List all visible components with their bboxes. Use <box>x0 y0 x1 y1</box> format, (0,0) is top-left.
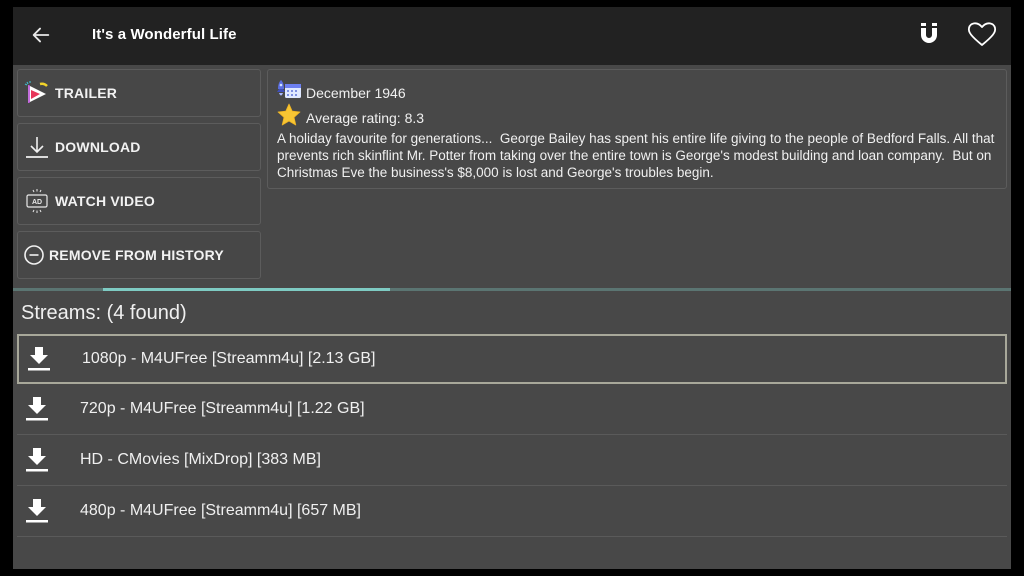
release-date: December 1946 <box>306 84 406 101</box>
stream-label: 1080p - M4UFree [Streamm4u] [2.13 GB] <box>82 350 376 367</box>
loading-progress-bar <box>13 288 1011 291</box>
stream-row[interactable]: 720p - M4UFree [Streamm4u] [1.22 GB] <box>17 384 1007 435</box>
star-icon <box>276 103 302 132</box>
movie-info-panel: December 1946 Average rating: 8.3 A holi… <box>267 69 1007 189</box>
stream-list: 1080p - M4UFree [Streamm4u] [2.13 GB] 720… <box>17 334 1007 537</box>
remove-from-history-button[interactable]: REMOVE FROM HISTORY <box>17 231 261 279</box>
streams-heading: Streams: (4 found) <box>21 302 187 324</box>
download-icon <box>25 345 53 373</box>
watch-video-label: WATCH VIDEO <box>55 193 155 209</box>
average-rating: Average rating: 8.3 <box>306 109 425 126</box>
stream-row[interactable]: 1080p - M4UFree [Streamm4u] [2.13 GB] <box>17 334 1007 384</box>
trailer-label: TRAILER <box>55 85 118 101</box>
stream-label: 720p - M4UFree [Streamm4u] [1.22 GB] <box>80 400 365 417</box>
download-icon <box>23 395 51 423</box>
magnet-button[interactable] <box>913 21 945 51</box>
arrow-left-icon <box>30 24 52 51</box>
loading-progress-fill <box>102 288 391 291</box>
remove-from-history-label: REMOVE FROM HISTORY <box>49 247 224 263</box>
download-icon <box>23 446 51 474</box>
release-date-row: December 1946 <box>276 79 406 106</box>
stream-row[interactable]: HD - CMovies [MixDrop] [383 MB] <box>17 435 1007 486</box>
trailer-play-icon <box>24 80 50 106</box>
magnet-icon <box>917 21 941 52</box>
download-icon <box>24 134 50 160</box>
movie-description: A holiday favourite for generations... G… <box>277 131 999 180</box>
trailer-button[interactable]: TRAILER <box>17 69 261 117</box>
back-button[interactable] <box>27 23 55 51</box>
watch-video-button[interactable]: AD WATCH VIDEO <box>17 177 261 225</box>
minus-circle-icon <box>21 242 47 268</box>
stream-row[interactable]: 480p - M4UFree [Streamm4u] [657 MB] <box>17 486 1007 537</box>
download-button[interactable]: DOWNLOAD <box>17 123 261 171</box>
calendar-rocket-icon <box>276 79 302 106</box>
stream-label: HD - CMovies [MixDrop] [383 MB] <box>80 451 321 468</box>
top-app-bar: It's a Wonderful Life <box>13 7 1011 65</box>
rating-row: Average rating: 8.3 <box>276 103 424 132</box>
download-label: DOWNLOAD <box>55 139 141 155</box>
ad-video-icon: AD <box>24 188 50 214</box>
stream-label: 480p - M4UFree [Streamm4u] [657 MB] <box>80 502 361 519</box>
favorite-button[interactable] <box>965 21 999 51</box>
movie-detail-screen: It's a Wonderful Life TRAILER DOWNLOAD A… <box>13 7 1011 569</box>
heart-outline-icon <box>967 21 997 52</box>
svg-text:AD: AD <box>32 199 42 206</box>
download-icon <box>23 497 51 525</box>
page-title: It's a Wonderful Life <box>92 26 237 43</box>
